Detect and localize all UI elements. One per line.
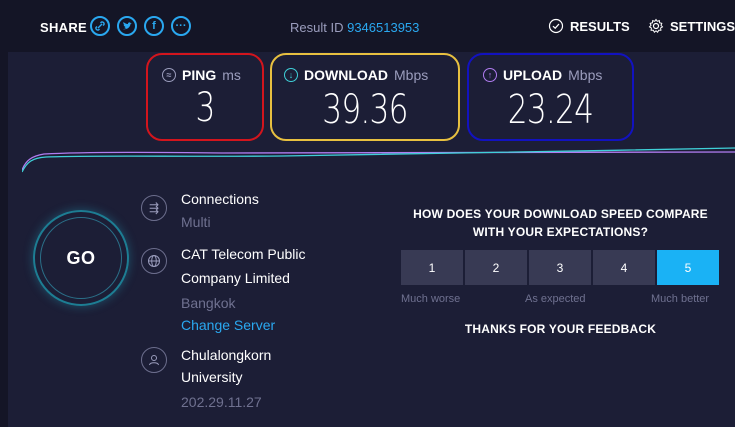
download-label: DOWNLOAD xyxy=(304,67,388,83)
settings-button[interactable]: SETTINGS xyxy=(648,18,735,34)
rating-label-low: Much worse xyxy=(401,293,461,305)
speedtest-result-page: SHARE f ··· Result ID 9346513953 RESULTS… xyxy=(0,0,735,427)
go-button[interactable]: GO xyxy=(33,210,129,306)
download-arrow-icon: ↓ xyxy=(284,68,298,82)
connections-value: Multi xyxy=(181,214,211,230)
download-card: ↓ DOWNLOAD Mbps 39.36 xyxy=(270,53,460,141)
provider-name-line1: Chulalongkorn xyxy=(181,347,272,363)
rating-label-high: Much better xyxy=(651,293,710,305)
change-server-link[interactable]: Change Server xyxy=(181,316,306,335)
ping-unit: ms xyxy=(222,67,241,83)
results-label: RESULTS xyxy=(570,18,630,34)
connections-info: Connections Multi xyxy=(181,190,259,232)
feedback-question-line1: HOW DOES YOUR DOWNLOAD SPEED COMPARE xyxy=(413,207,708,221)
rating-button-2[interactable]: 2 xyxy=(465,250,527,285)
result-id-value[interactable]: 9346513953 xyxy=(347,20,419,35)
server-name-line2: Company Limited xyxy=(181,270,290,286)
server-name-line1: CAT Telecom Public xyxy=(181,246,306,262)
feedback-question-line2: WITH YOUR EXPECTATIONS? xyxy=(472,225,649,239)
share-label: SHARE xyxy=(40,20,88,35)
upload-arrow-icon: ↑ xyxy=(483,68,497,82)
provider-ip: 202.29.11.27 xyxy=(181,394,262,410)
download-header: ↓ DOWNLOAD Mbps xyxy=(284,67,428,83)
ping-icon: ≈ xyxy=(162,68,176,82)
upload-value: 23.24 xyxy=(507,87,594,133)
server-info: CAT Telecom Public Company Limited Bangk… xyxy=(181,245,306,335)
ping-header: ≈ PING ms xyxy=(162,67,241,83)
result-id: Result ID 9346513953 xyxy=(290,20,419,35)
rating-scale: 1 2 3 4 5 xyxy=(401,250,719,285)
ping-label: PING xyxy=(182,67,217,83)
check-circle-icon xyxy=(548,18,564,34)
connections-icon: ⇶ xyxy=(141,195,167,221)
feedback-question: HOW DOES YOUR DOWNLOAD SPEED COMPARE WIT… xyxy=(398,205,723,241)
rating-button-4[interactable]: 4 xyxy=(593,250,655,285)
globe-icon xyxy=(141,248,167,274)
download-value: 39.36 xyxy=(322,87,408,133)
result-id-label: Result ID xyxy=(290,20,344,35)
twitter-icon[interactable] xyxy=(117,16,137,36)
settings-label: SETTINGS xyxy=(670,18,735,34)
speed-graph xyxy=(22,147,735,173)
connections-title: Connections xyxy=(181,191,259,207)
upload-header: ↑ UPLOAD Mbps xyxy=(483,67,602,83)
provider-name-line2: University xyxy=(181,369,243,385)
upload-card: ↑ UPLOAD Mbps 23.24 xyxy=(467,53,634,141)
rating-button-1[interactable]: 1 xyxy=(401,250,463,285)
rating-button-5[interactable]: 5 xyxy=(657,250,719,285)
upload-unit: Mbps xyxy=(568,67,603,83)
feedback-thanks: THANKS FOR YOUR FEEDBACK xyxy=(464,322,657,336)
rating-label-mid: As expected xyxy=(525,293,586,305)
provider-info: Chulalongkorn University 202.29.11.27 xyxy=(181,346,271,412)
results-button[interactable]: RESULTS xyxy=(548,18,630,34)
download-unit: Mbps xyxy=(394,67,429,83)
ping-value: 3 xyxy=(195,85,215,131)
go-label: GO xyxy=(40,217,122,299)
link-icon[interactable] xyxy=(90,16,110,36)
gear-icon xyxy=(648,18,664,33)
upload-label: UPLOAD xyxy=(503,67,563,83)
more-icon[interactable]: ··· xyxy=(171,16,191,36)
facebook-icon[interactable]: f xyxy=(144,16,164,36)
user-icon xyxy=(141,347,167,373)
ping-card: ≈ PING ms 3 xyxy=(146,53,264,141)
server-location: Bangkok xyxy=(181,295,236,311)
rating-button-3[interactable]: 3 xyxy=(529,250,591,285)
